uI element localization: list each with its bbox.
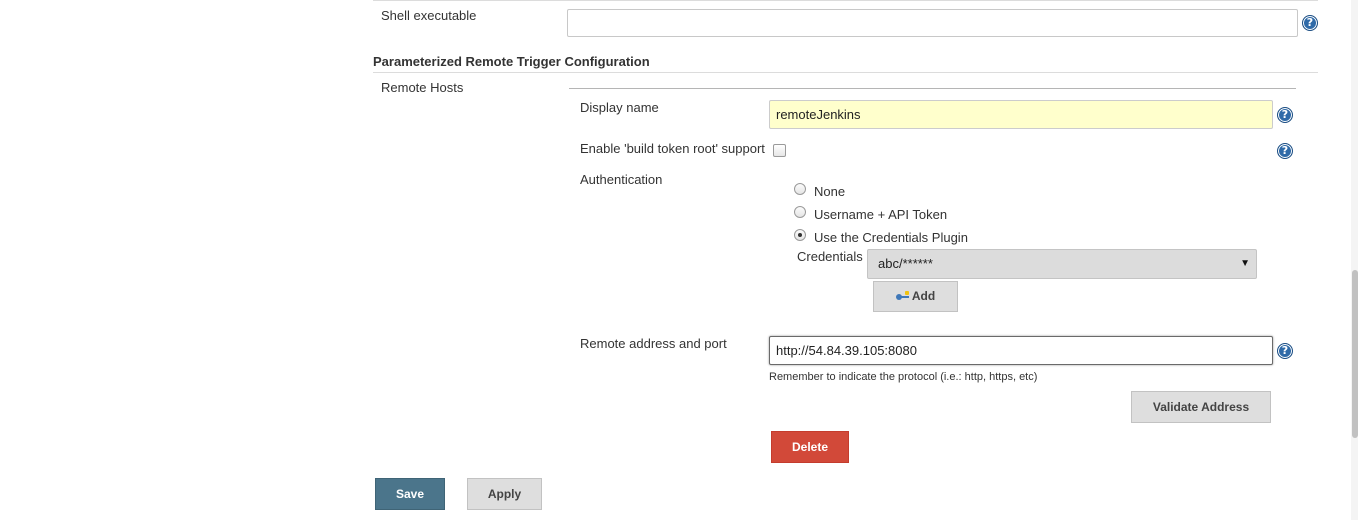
auth-none-radio[interactable] xyxy=(794,183,806,195)
auth-none-label[interactable]: None xyxy=(814,184,845,199)
display-name-label: Display name xyxy=(580,100,659,115)
display-name-field[interactable] xyxy=(769,100,1273,129)
page-scrollbar[interactable] xyxy=(1351,0,1358,520)
auth-credentials-radio[interactable] xyxy=(794,229,806,241)
dropdown-arrow-icon: ▼ xyxy=(1240,258,1250,269)
help-icon[interactable]: ? xyxy=(1302,15,1318,31)
remote-address-label: Remote address and port xyxy=(580,336,727,351)
help-icon[interactable]: ? xyxy=(1277,107,1293,123)
apply-button[interactable]: Apply xyxy=(467,478,542,510)
section-divider xyxy=(373,72,1318,73)
auth-token-label[interactable]: Username + API Token xyxy=(814,207,947,222)
save-button[interactable]: Save xyxy=(375,478,445,510)
authentication-label: Authentication xyxy=(580,172,663,187)
shell-executable-label: Shell executable xyxy=(381,8,477,23)
credentials-select[interactable]: abc/****** ▼ xyxy=(867,249,1257,279)
credentials-value: abc/****** xyxy=(878,256,933,271)
section-title: Parameterized Remote Trigger Configurati… xyxy=(373,54,650,69)
help-icon[interactable]: ? xyxy=(1277,343,1293,359)
shell-executable-field[interactable] xyxy=(567,9,1298,37)
auth-token-radio[interactable] xyxy=(794,206,806,218)
help-icon[interactable]: ? xyxy=(1277,143,1293,159)
remote-address-field[interactable] xyxy=(769,336,1273,365)
top-divider xyxy=(373,0,1318,1)
build-token-checkbox[interactable] xyxy=(773,144,786,157)
add-credentials-button[interactable]: Add xyxy=(873,281,958,312)
remote-address-hint: Remember to indicate the protocol (i.e.:… xyxy=(769,371,1038,383)
remote-hosts-label: Remote Hosts xyxy=(381,80,464,95)
key-icon xyxy=(895,290,910,301)
auth-credentials-label[interactable]: Use the Credentials Plugin xyxy=(814,230,968,245)
host-block-top-border xyxy=(569,88,1296,89)
credentials-label: Credentials xyxy=(797,249,863,264)
validate-address-button[interactable]: Validate Address xyxy=(1131,391,1271,423)
build-token-label: Enable 'build token root' support xyxy=(580,141,765,156)
delete-host-button[interactable]: Delete xyxy=(771,431,849,463)
add-button-label: Add xyxy=(911,289,936,303)
scrollbar-thumb[interactable] xyxy=(1352,270,1358,438)
